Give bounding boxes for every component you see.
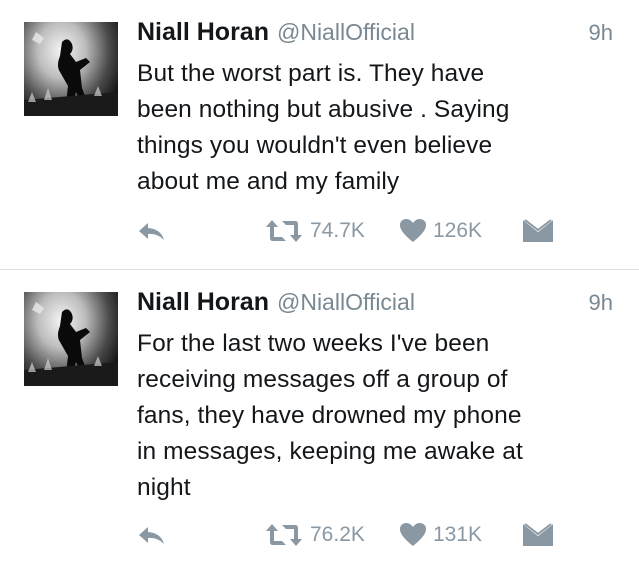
tweet-header: Niall Horan @NiallOfficial 9h (137, 288, 619, 322)
like-button[interactable]: 126K (399, 218, 482, 244)
like-count: 126K (433, 219, 483, 242)
tweet[interactable]: Niall Horan @NiallOfficial 9h But the wor… (0, 0, 639, 270)
tweet-text-line: fans, they have drowned my phone (137, 402, 522, 429)
tweet-text: But the worst part is. They have been no… (137, 56, 617, 200)
timestamp[interactable]: 9h (589, 20, 613, 46)
tweet-text-line: about me and my family (137, 168, 400, 195)
direct-message-button[interactable] (522, 523, 554, 547)
tweet-header: Niall Horan @NiallOfficial 9h (137, 18, 619, 52)
tweet-text-line: night (137, 474, 191, 501)
tweet-actions: 76.2K 131K (137, 518, 639, 558)
tweet-text-line: in messages, keeping me awake at (137, 438, 523, 465)
reply-button[interactable] (137, 524, 167, 548)
reply-arrow-icon (139, 527, 164, 544)
heart-icon (400, 523, 426, 546)
heart-icon (400, 219, 426, 242)
direct-message-button[interactable] (522, 219, 554, 243)
tweet-actions: 74.7K 126K (137, 214, 639, 254)
like-button[interactable]: 131K (399, 522, 482, 548)
reply-button[interactable] (137, 220, 167, 244)
envelope-icon (523, 219, 553, 242)
tweet[interactable]: Niall Horan @NiallOfficial 9h For the las… (0, 270, 639, 572)
author-name[interactable]: Niall Horan (137, 288, 269, 316)
performer-silhouette-icon (24, 302, 118, 386)
tweet-text-line: been nothing but abusive . Saying (137, 96, 510, 123)
tweet-text-line: But the worst part is. They have (137, 60, 485, 87)
retweet-button[interactable]: 76.2K (264, 522, 365, 548)
tweet-text: For the last two weeks I've been receivi… (137, 326, 617, 506)
tweet-text-line: For the last two weeks I've been (137, 330, 490, 357)
author-handle[interactable]: @NiallOfficial (277, 289, 415, 315)
avatar[interactable] (24, 292, 118, 386)
retweet-icon (266, 524, 302, 546)
timestamp[interactable]: 9h (589, 290, 613, 316)
performer-silhouette-icon (24, 32, 118, 116)
retweet-icon (266, 220, 302, 242)
author-name[interactable]: Niall Horan (137, 18, 269, 46)
retweet-button[interactable]: 74.7K (264, 218, 365, 244)
retweet-count: 76.2K (310, 523, 365, 546)
reply-arrow-icon (139, 223, 164, 240)
avatar[interactable] (24, 22, 118, 116)
like-count: 131K (433, 523, 483, 546)
author-handle[interactable]: @NiallOfficial (277, 19, 415, 45)
retweet-count: 74.7K (310, 219, 365, 242)
tweet-text-line: receiving messages off a group of (137, 366, 508, 393)
tweet-text-line: things you wouldn't even believe (137, 132, 493, 159)
envelope-icon (523, 523, 553, 546)
